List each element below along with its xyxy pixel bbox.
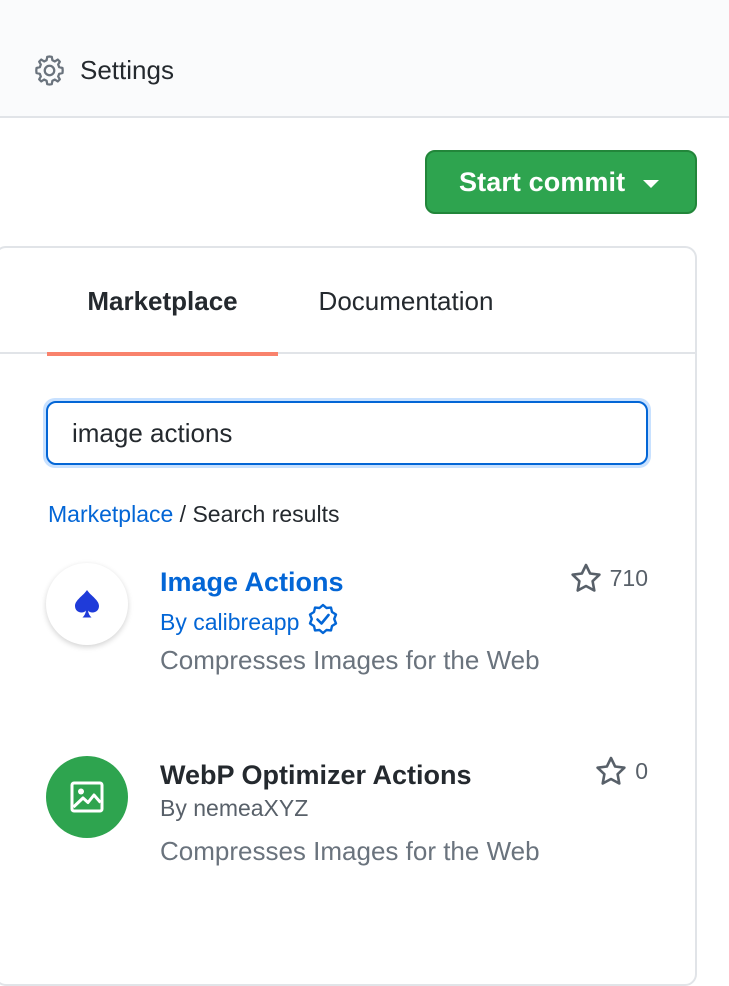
list-item: Image Actions By calibreapp Compresses I… (46, 563, 656, 723)
gear-icon (33, 54, 66, 87)
result-stars: 0 (595, 756, 648, 786)
avatar[interactable] (46, 756, 128, 838)
settings-label: Settings (80, 54, 174, 85)
result-title-link[interactable]: Image Actions (160, 567, 344, 598)
start-commit-button[interactable]: Start commit (425, 150, 697, 214)
result-publisher[interactable]: By calibreapp (160, 603, 339, 641)
star-icon (595, 756, 627, 786)
spade-icon (73, 589, 101, 619)
breadcrumb-current: Search results (192, 501, 340, 527)
breadcrumb-separator: / (179, 501, 187, 527)
publisher-label: By calibreapp (160, 608, 300, 635)
result-stars: 710 (570, 563, 648, 593)
list-item: WebP Optimizer Actions By nemeaXYZ Compr… (46, 756, 656, 916)
panel-tabs: Marketplace Documentation (0, 248, 695, 356)
marketplace-search-input[interactable] (46, 401, 648, 465)
caret-down-icon (643, 180, 660, 188)
verified-badge-icon (307, 603, 339, 641)
star-count: 710 (609, 564, 648, 591)
result-publisher[interactable]: By nemeaXYZ (160, 795, 308, 822)
search-focus-ring (43, 398, 651, 468)
star-icon (570, 563, 602, 593)
breadcrumb-marketplace-link[interactable]: Marketplace (48, 501, 173, 527)
breadcrumb: Marketplace / Search results (48, 501, 339, 528)
tab-documentation[interactable]: Documentation (296, 248, 516, 354)
tab-marketplace[interactable]: Marketplace (47, 248, 278, 356)
repo-nav-bar: Settings (0, 0, 729, 118)
start-commit-label: Start commit (459, 166, 626, 197)
result-description: Compresses Images for the Web (160, 836, 540, 866)
avatar[interactable] (46, 563, 128, 645)
image-icon (69, 779, 105, 815)
settings-tab[interactable]: Settings (33, 50, 174, 90)
result-title-link[interactable]: WebP Optimizer Actions (160, 760, 472, 791)
result-description: Compresses Images for the Web (160, 645, 540, 675)
star-count: 0 (635, 757, 648, 784)
publisher-label: By nemeaXYZ (160, 795, 309, 821)
